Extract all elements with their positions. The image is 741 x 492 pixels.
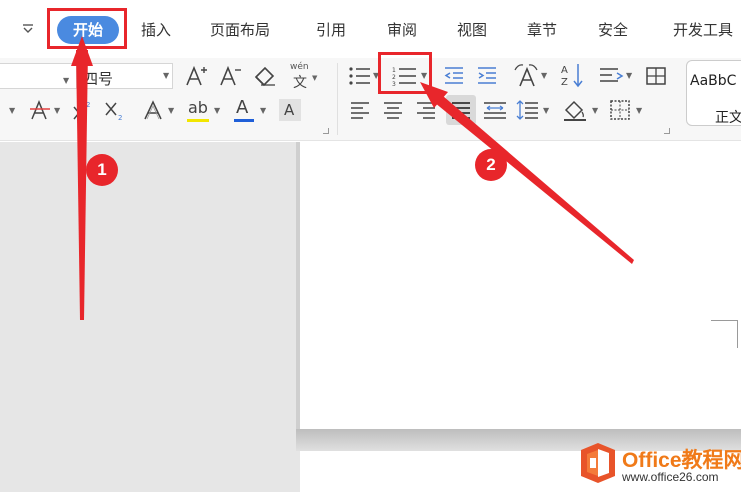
style-gallery-normal[interactable]: AaBbC 正文	[686, 60, 741, 126]
numbering-highlight-box	[378, 52, 432, 94]
font-name-combo[interactable]: ▼	[0, 63, 76, 89]
margin-corner-mark	[711, 320, 738, 321]
step-1-badge: 1	[86, 154, 118, 186]
change-case-icon[interactable]	[512, 62, 540, 88]
line-spacing-dropdown-arrow[interactable]: ▼	[543, 106, 549, 115]
office-logo	[581, 443, 615, 483]
increase-font-size-icon[interactable]	[184, 64, 208, 88]
align-right-icon[interactable]	[415, 99, 437, 121]
paragraph-spacing-dropdown-arrow[interactable]: ▼	[626, 71, 632, 80]
table-icon[interactable]	[645, 65, 667, 87]
font-color-icon[interactable]: A	[233, 97, 257, 124]
font-dialog-launcher[interactable]	[323, 128, 329, 134]
tab-view[interactable]: 视图	[457, 19, 487, 40]
borders-icon[interactable]	[609, 99, 631, 121]
strikethrough-dropdown-arrow[interactable]: ▼	[54, 106, 60, 115]
font-size-combo[interactable]: 四号 ▼	[76, 63, 173, 89]
svg-text:A: A	[561, 65, 568, 76]
watermark: Office教程网 www.office26.com	[576, 438, 741, 492]
group-divider	[337, 63, 338, 135]
font-name-dropdown-arrow[interactable]: ▼	[63, 76, 69, 85]
subscript-icon[interactable]: 2	[104, 99, 126, 121]
highlight-icon[interactable]: ab	[186, 98, 212, 124]
margin-corner-mark-vertical	[737, 320, 738, 348]
justify-icon	[452, 102, 470, 119]
paragraph-spacing-icon[interactable]	[598, 65, 624, 87]
style-name: 正文	[715, 110, 741, 126]
document-page[interactable]	[300, 142, 741, 429]
phonetic-guide-text: wén	[290, 62, 309, 72]
tab-insert[interactable]: 插入	[141, 19, 171, 40]
sort-icon[interactable]: A Z	[560, 62, 584, 88]
line-spacing-icon[interactable]	[516, 99, 540, 121]
character-shading-icon[interactable]: A	[279, 99, 301, 121]
borders-dropdown-arrow[interactable]: ▼	[636, 106, 642, 115]
font-color-dropdown-arrow[interactable]: ▼	[260, 106, 266, 115]
increase-indent-icon[interactable]	[476, 65, 498, 87]
shading-dropdown-arrow[interactable]: ▼	[592, 106, 598, 115]
tab-security[interactable]: 安全	[598, 19, 628, 40]
tab-review[interactable]: 审阅	[387, 19, 417, 40]
bullet-list-icon[interactable]	[348, 65, 372, 87]
highlight-color-bar	[187, 119, 209, 122]
style-preview-text: AaBbC	[690, 73, 737, 89]
justify-button[interactable]	[446, 95, 476, 125]
decrease-font-size-icon[interactable]	[218, 64, 242, 88]
change-case-dropdown-arrow[interactable]: ▼	[541, 71, 547, 80]
phonetic-guide-icon[interactable]: wén 文 ▼	[290, 62, 317, 91]
align-center-icon[interactable]	[382, 99, 404, 121]
ribbon-toolbar: ▼ 四号 ▼ wén 文 ▼ ▼ 1 2 3 ▼ ▼ A Z ▼ ▼ ▼ 2 2…	[0, 58, 741, 141]
svg-text:Z: Z	[561, 77, 568, 88]
superscript-icon[interactable]: 2	[72, 99, 94, 121]
paragraph-dialog-launcher[interactable]	[664, 128, 670, 134]
strikethrough-icon[interactable]	[29, 99, 51, 121]
tab-sections[interactable]: 章节	[527, 19, 557, 40]
chevron-down-icon[interactable]	[21, 22, 35, 36]
tab-developer[interactable]: 开发工具	[673, 19, 733, 40]
svg-text:2: 2	[86, 101, 90, 109]
distributed-align-icon[interactable]	[482, 99, 508, 121]
text-effect-icon[interactable]	[142, 99, 166, 121]
previous-dropdown-arrow[interactable]: ▼	[9, 106, 15, 115]
home-tab-highlight-box	[47, 8, 127, 49]
font-color-bar	[234, 119, 254, 122]
clear-formatting-icon[interactable]	[253, 65, 277, 87]
tab-references[interactable]: 引用	[316, 19, 346, 40]
svg-text:2: 2	[118, 114, 122, 121]
text-effect-dropdown-arrow[interactable]: ▼	[168, 106, 174, 115]
watermark-url: www.office26.com	[622, 470, 719, 484]
step-2-badge: 2	[475, 149, 507, 181]
decrease-indent-icon[interactable]	[443, 65, 465, 87]
font-size-dropdown-arrow[interactable]: ▼	[163, 71, 169, 80]
highlight-dropdown-arrow[interactable]: ▼	[214, 106, 220, 115]
font-size-value: 四号	[83, 70, 114, 88]
shading-icon[interactable]	[562, 98, 588, 122]
tab-page-layout[interactable]: 页面布局	[210, 19, 270, 40]
align-left-icon[interactable]	[349, 99, 371, 121]
